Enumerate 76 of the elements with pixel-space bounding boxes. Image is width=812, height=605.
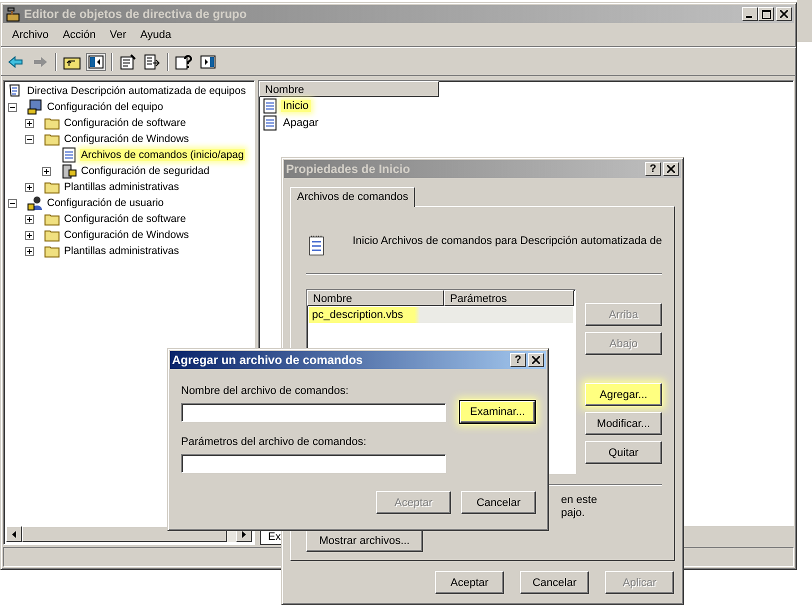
list-item[interactable]: Apagar xyxy=(281,116,320,128)
description-text: Inicio Archivos de comandos para Descripción automatizada de xyxy=(352,235,662,247)
action-button[interactable]: Modificar... xyxy=(585,412,662,435)
table-row[interactable]: pc_description.vbs xyxy=(309,307,573,323)
maximize-icon xyxy=(762,10,770,18)
computer-icon xyxy=(27,99,43,115)
expander-icon[interactable] xyxy=(25,246,34,256)
column-header[interactable]: Nombre xyxy=(259,81,439,97)
list-item[interactable]: Inicio xyxy=(281,100,311,112)
tree-item[interactable]: Configuración de Windows xyxy=(63,229,190,241)
tab[interactable]: Archivos de comandos xyxy=(290,187,416,207)
expander-icon[interactable] xyxy=(8,198,17,208)
close-button[interactable] xyxy=(528,353,544,367)
maximize-button[interactable] xyxy=(758,7,774,21)
back-arrow-icon[interactable] xyxy=(7,54,25,70)
expander-icon[interactable] xyxy=(42,166,51,176)
window-title: Editor de objetos de directiva de grupo xyxy=(24,7,248,21)
tree-item[interactable]: Configuración del equipo xyxy=(46,101,164,113)
expander-icon[interactable] xyxy=(25,230,34,240)
close-button[interactable] xyxy=(663,162,679,176)
pane-toggle-icon[interactable] xyxy=(87,54,105,70)
menu-item[interactable]: Ayuda xyxy=(133,27,178,43)
right-arrow-icon xyxy=(242,530,246,538)
scroll-left-button[interactable] xyxy=(6,526,22,542)
expander-icon[interactable] xyxy=(8,102,17,112)
input-field[interactable] xyxy=(181,402,446,422)
expander-icon[interactable] xyxy=(25,118,34,128)
menu-item[interactable]: Acción xyxy=(56,27,103,43)
tree-item[interactable]: Plantillas administrativas xyxy=(63,245,180,257)
dialog-button[interactable]: Aceptar xyxy=(435,571,504,594)
input-field[interactable] xyxy=(181,454,446,472)
properties-icon[interactable] xyxy=(119,54,137,70)
field-label: Parámetros del archivo de comandos: xyxy=(181,436,368,448)
tree-item[interactable]: Configuración de usuario xyxy=(46,197,165,209)
tree-item[interactable]: Directiva Descripción automatizada de equipos xyxy=(26,85,247,97)
menu-item[interactable]: Ver xyxy=(102,27,134,43)
help-button[interactable]: ? xyxy=(645,162,661,176)
expander-icon[interactable] xyxy=(25,182,34,192)
close-icon xyxy=(667,165,675,173)
tree-item[interactable]: Plantillas administrativas xyxy=(63,181,180,193)
column-header[interactable]: Parámetros xyxy=(444,290,574,306)
close-icon xyxy=(532,356,540,364)
note-text: en este xyxy=(561,494,598,507)
browse-button[interactable]: Examinar... xyxy=(460,401,535,423)
dialog-title: Agregar un archivo de comandos xyxy=(172,353,364,367)
help-icon[interactable] xyxy=(175,54,193,70)
help-button[interactable]: ? xyxy=(510,353,526,367)
tree-item[interactable]: Archivos de comandos (inicio/apag xyxy=(80,149,245,161)
note-text: pajo. xyxy=(561,507,586,520)
dialog-button[interactable]: Cancelar xyxy=(520,571,589,594)
expander-icon[interactable] xyxy=(25,214,34,224)
tree-item[interactable]: Configuración de software xyxy=(63,213,187,225)
field-label: Nombre del archivo de comandos: xyxy=(181,385,350,397)
lock-icon xyxy=(61,163,77,179)
scrollbar-thumb[interactable] xyxy=(22,526,227,542)
expander-icon[interactable] xyxy=(25,134,34,144)
tree-item[interactable]: Configuración de seguridad xyxy=(80,165,210,177)
pane-view-icon[interactable] xyxy=(199,54,217,70)
dialog-title: Propiedades de Inicio xyxy=(286,162,412,176)
action-button[interactable]: Agregar... xyxy=(585,383,662,406)
script-icon xyxy=(61,147,77,163)
left-arrow-icon xyxy=(12,530,16,538)
tree-item[interactable]: Configuración de software xyxy=(63,117,187,129)
menu-item[interactable]: Archivo xyxy=(5,27,56,43)
column-header[interactable]: Nombre xyxy=(307,290,444,306)
user-icon xyxy=(27,195,43,211)
close-button[interactable] xyxy=(776,7,792,21)
tree-item[interactable]: Configuración de Windows xyxy=(63,133,190,145)
minimize-button[interactable] xyxy=(742,7,758,21)
export-list-icon[interactable] xyxy=(143,54,161,70)
dialog-button[interactable]: Cancelar xyxy=(461,491,536,514)
action-button[interactable]: Quitar xyxy=(585,441,662,464)
show-files-button[interactable]: Mostrar archivos... xyxy=(306,530,423,552)
close-icon xyxy=(780,10,788,18)
script-icon xyxy=(262,98,278,114)
script-icon xyxy=(262,114,278,130)
